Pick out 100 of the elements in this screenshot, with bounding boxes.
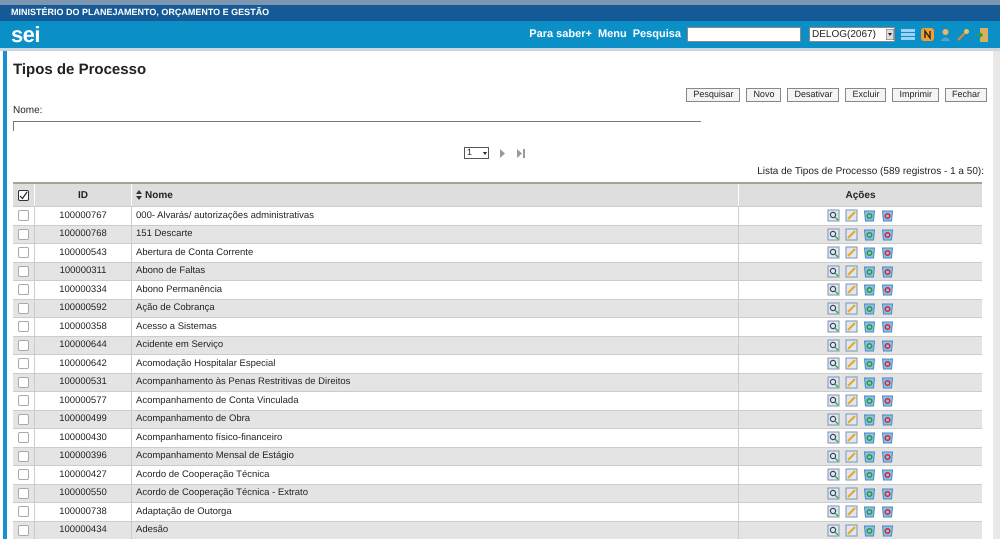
page-select[interactable]: 1 bbox=[464, 147, 489, 159]
header-link[interactable]: Pesquisa bbox=[632, 26, 681, 43]
edit-icon[interactable] bbox=[845, 357, 858, 370]
checkbox[interactable] bbox=[18, 450, 29, 462]
view-icon[interactable] bbox=[827, 283, 840, 296]
recycle-icon[interactable] bbox=[881, 264, 894, 278]
scrollbar[interactable] bbox=[993, 51, 1000, 539]
checkbox[interactable] bbox=[18, 469, 29, 480]
checkbox[interactable] bbox=[18, 414, 29, 425]
checkbox[interactable] bbox=[18, 210, 29, 222]
recycle-icon[interactable] bbox=[863, 524, 876, 537]
edit-icon[interactable] bbox=[845, 524, 858, 537]
recycle-icon[interactable] bbox=[863, 283, 876, 296]
recycle-icon[interactable] bbox=[863, 486, 876, 500]
recycle-icon[interactable] bbox=[881, 338, 894, 352]
view-icon[interactable] bbox=[827, 302, 840, 315]
last-page-icon[interactable] bbox=[516, 148, 526, 158]
view-icon[interactable] bbox=[827, 394, 840, 408]
recycle-icon[interactable] bbox=[881, 209, 894, 222]
recycle-icon[interactable] bbox=[863, 338, 876, 352]
checkbox[interactable] bbox=[18, 376, 29, 388]
checkbox[interactable] bbox=[18, 524, 29, 536]
checkbox[interactable] bbox=[18, 340, 29, 351]
view-icon[interactable] bbox=[827, 320, 840, 334]
view-icon[interactable] bbox=[827, 246, 840, 260]
checkbox[interactable] bbox=[18, 228, 29, 240]
edit-icon[interactable] bbox=[845, 376, 858, 389]
checkbox[interactable] bbox=[18, 190, 29, 200]
toolbar-button[interactable]: Excluir bbox=[845, 88, 886, 102]
checkbox[interactable] bbox=[18, 247, 29, 258]
recycle-icon[interactable] bbox=[881, 486, 894, 500]
checkbox[interactable] bbox=[18, 432, 29, 444]
list-icon[interactable] bbox=[901, 28, 915, 40]
recycle-icon[interactable] bbox=[863, 357, 876, 370]
logo[interactable]: sei bbox=[11, 24, 40, 46]
toolbar-button[interactable]: Fechar bbox=[944, 88, 987, 102]
recycle-icon[interactable] bbox=[881, 228, 894, 241]
recycle-icon[interactable] bbox=[863, 302, 876, 315]
recycle-icon[interactable] bbox=[863, 431, 876, 444]
recycle-icon[interactable] bbox=[881, 505, 894, 518]
edit-icon[interactable] bbox=[845, 246, 858, 260]
checkbox[interactable] bbox=[18, 266, 29, 277]
edit-icon[interactable] bbox=[845, 320, 858, 334]
edit-icon[interactable] bbox=[845, 228, 858, 241]
header-link[interactable]: Menu bbox=[598, 26, 627, 43]
toolbar-button[interactable]: Desativar bbox=[787, 88, 840, 102]
next-page-icon[interactable] bbox=[499, 148, 506, 158]
unit-select[interactable]: DELOG(2067) bbox=[809, 27, 895, 42]
edit-icon[interactable] bbox=[845, 450, 858, 463]
edit-icon[interactable] bbox=[845, 264, 858, 278]
edit-icon[interactable] bbox=[845, 468, 858, 482]
view-icon[interactable] bbox=[827, 376, 840, 389]
view-icon[interactable] bbox=[827, 338, 840, 352]
edit-icon[interactable] bbox=[845, 338, 858, 352]
view-icon[interactable] bbox=[827, 431, 840, 444]
recycle-icon[interactable] bbox=[863, 412, 876, 426]
edit-icon[interactable] bbox=[845, 283, 858, 296]
wrench-icon[interactable] bbox=[957, 28, 970, 41]
view-icon[interactable] bbox=[827, 450, 840, 463]
recycle-icon[interactable] bbox=[863, 468, 876, 482]
edit-icon[interactable] bbox=[845, 302, 858, 315]
view-icon[interactable] bbox=[827, 209, 840, 222]
column-header[interactable]: Nome bbox=[145, 188, 173, 202]
recycle-icon[interactable] bbox=[881, 394, 894, 408]
recycle-icon[interactable] bbox=[881, 468, 894, 482]
view-icon[interactable] bbox=[827, 468, 840, 482]
search-field[interactable] bbox=[687, 27, 801, 42]
view-icon[interactable] bbox=[827, 357, 840, 370]
checkbox[interactable] bbox=[18, 302, 29, 314]
checkbox[interactable] bbox=[18, 321, 29, 332]
toolbar-button[interactable]: Pesquisar bbox=[686, 88, 740, 102]
view-icon[interactable] bbox=[827, 486, 840, 500]
view-icon[interactable] bbox=[827, 228, 840, 241]
sort-icon[interactable] bbox=[136, 190, 142, 200]
view-icon[interactable] bbox=[827, 412, 840, 426]
recycle-icon[interactable] bbox=[881, 283, 894, 296]
recycle-icon[interactable] bbox=[881, 431, 894, 444]
checkbox[interactable] bbox=[18, 358, 29, 370]
checkbox[interactable] bbox=[18, 395, 29, 406]
recycle-icon[interactable] bbox=[863, 264, 876, 278]
checkbox[interactable] bbox=[18, 284, 29, 296]
recycle-icon[interactable] bbox=[863, 209, 876, 222]
recycle-icon[interactable] bbox=[863, 246, 876, 260]
checkbox[interactable] bbox=[18, 488, 29, 499]
notes-icon[interactable] bbox=[921, 28, 934, 41]
recycle-icon[interactable] bbox=[881, 302, 894, 315]
toolbar-button[interactable]: Novo bbox=[746, 88, 782, 102]
header-link[interactable]: Para saber+ bbox=[529, 26, 592, 43]
edit-icon[interactable] bbox=[845, 412, 858, 426]
recycle-icon[interactable] bbox=[881, 246, 894, 260]
edit-icon[interactable] bbox=[845, 505, 858, 518]
checkbox[interactable] bbox=[18, 506, 29, 518]
recycle-icon[interactable] bbox=[863, 228, 876, 241]
name-input-field[interactable] bbox=[13, 120, 701, 131]
view-icon[interactable] bbox=[827, 505, 840, 518]
recycle-icon[interactable] bbox=[881, 320, 894, 334]
recycle-icon[interactable] bbox=[881, 450, 894, 463]
view-icon[interactable] bbox=[827, 524, 840, 537]
view-icon[interactable] bbox=[827, 264, 840, 278]
recycle-icon[interactable] bbox=[881, 524, 894, 537]
